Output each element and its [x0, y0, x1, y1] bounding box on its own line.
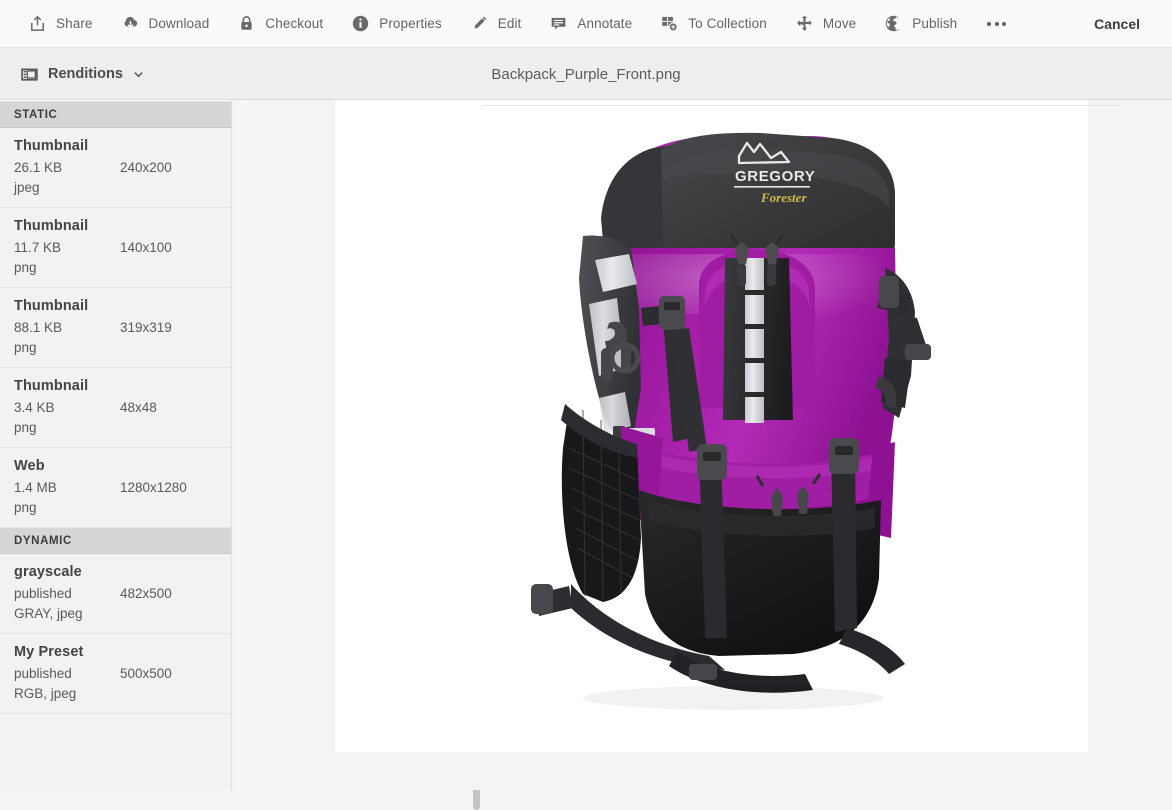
list-item[interactable]: Thumbnail 88.1 KB 319x319 png — [0, 288, 231, 368]
rendition-meta: 1.4 MB 1280x1280 — [14, 480, 218, 495]
rendition-name: Thumbnail — [14, 218, 89, 234]
rendition-name: grayscale — [14, 564, 82, 580]
checkout-label: Checkout — [265, 16, 324, 31]
rendition-name: Thumbnail — [14, 298, 89, 314]
comment-icon — [549, 14, 568, 33]
rendition-size: published — [14, 666, 72, 681]
renditions-list: pngSTATICThumbnail26.1 KB240x200jpegThum… — [0, 100, 231, 714]
renditions-sidebar[interactable]: pngSTATICThumbnail26.1 KB240x200jpegThum… — [0, 100, 232, 790]
download-icon — [121, 14, 140, 33]
annotate-button[interactable]: Annotate — [535, 0, 646, 48]
rendition-format: png — [14, 340, 37, 355]
info-icon — [351, 14, 370, 33]
properties-button[interactable]: Properties — [337, 0, 456, 48]
move-icon — [795, 14, 814, 33]
top-toolbar: Share Download Checkout Properties Edit … — [0, 0, 1172, 48]
rendition-meta: published 500x500 — [14, 666, 218, 681]
cancel-button[interactable]: Cancel — [1082, 16, 1152, 32]
group-header-static: STATIC — [0, 102, 231, 128]
publish-label: Publish — [912, 16, 958, 31]
share-label: Share — [56, 16, 93, 31]
rendition-name: Web — [14, 458, 45, 474]
more-options-button[interactable] — [971, 0, 1022, 48]
renditions-dropdown[interactable]: Renditions — [12, 48, 153, 100]
rendition-format: png — [14, 260, 37, 275]
rendition-size: 3.4 KB — [14, 400, 55, 415]
rendition-dimensions: 140x100 — [120, 240, 172, 255]
list-item[interactable]: Web 1.4 MB 1280x1280 png — [0, 448, 231, 528]
checkout-button[interactable]: Checkout — [223, 0, 337, 48]
share-button[interactable]: Share — [14, 0, 107, 48]
rendition-size: 88.1 KB — [14, 320, 63, 335]
move-label: Move — [822, 16, 857, 31]
rendition-format: GRAY, jpeg — [14, 606, 83, 621]
rendition-format: jpeg — [14, 180, 40, 195]
asset-image[interactable]: GREGORY Forester — [335, 100, 1088, 752]
share-icon — [28, 14, 47, 33]
rendition-size: 1.4 MB — [14, 480, 57, 495]
rendition-size: 11.7 KB — [14, 240, 62, 255]
pencil-icon — [470, 14, 489, 33]
rendition-format: RGB, jpeg — [14, 686, 77, 701]
rendition-meta: 88.1 KB 319x319 — [14, 320, 218, 335]
rendition-dimensions: 48x48 — [120, 400, 157, 415]
rendition-dimensions: 482x500 — [120, 586, 172, 601]
rendition-meta: 26.1 KB 240x200 — [14, 160, 218, 175]
download-label: Download — [148, 16, 210, 31]
list-item[interactable]: Thumbnail 26.1 KB 240x200 jpeg — [0, 128, 231, 208]
toolbar-right-group: Cancel — [1082, 16, 1172, 32]
rendition-size: 26.1 KB — [14, 160, 63, 175]
page-title: Backpack_Purple_Front.png — [491, 65, 681, 83]
globe-icon — [884, 14, 903, 33]
rendition-size: published — [14, 586, 72, 601]
rendition-meta: 11.7 KB 140x100 — [14, 240, 218, 255]
edit-label: Edit — [497, 16, 522, 31]
renditions-panel-icon — [20, 65, 39, 84]
ellipsis-icon — [987, 21, 1007, 26]
rendition-dimensions: 319x319 — [120, 320, 172, 335]
list-item[interactable]: Thumbnail 11.7 KB 140x100 png — [0, 208, 231, 288]
move-button[interactable]: Move — [781, 0, 870, 48]
rendition-dimensions: 240x200 — [120, 160, 172, 175]
rendition-format: png — [14, 500, 37, 515]
list-item[interactable]: grayscale published 482x500 GRAY, jpeg — [0, 554, 231, 634]
to-collection-button[interactable]: To Collection — [646, 0, 781, 48]
lock-icon — [237, 14, 256, 33]
group-header-dynamic: DYNAMIC — [0, 528, 231, 554]
asset-panel: GREGORY Forester — [335, 100, 1120, 752]
download-button[interactable]: Download — [107, 0, 224, 48]
rendition-bar: Backpack_Purple_Front.png Renditions — [0, 48, 1172, 100]
list-item[interactable]: Thumbnail 3.4 KB 48x48 png — [0, 368, 231, 448]
list-item[interactable]: My Preset published 500x500 RGB, jpeg — [0, 634, 231, 714]
asset-preview-area: GREGORY Forester — [247, 100, 1172, 790]
to-collection-label: To Collection — [688, 16, 767, 31]
renditions-label: Renditions — [48, 66, 123, 82]
rendition-meta: 3.4 KB 48x48 — [14, 400, 218, 415]
rendition-name: Thumbnail — [14, 378, 89, 394]
collection-add-icon — [660, 14, 679, 33]
edit-button[interactable]: Edit — [456, 0, 536, 48]
toolbar-actions-group: Share Download Checkout Properties Edit … — [0, 0, 1022, 48]
publish-button[interactable]: Publish — [870, 0, 971, 48]
svg-text:GREGORY: GREGORY — [735, 168, 815, 185]
rendition-name: Thumbnail — [14, 138, 89, 154]
backpack-illustration: GREGORY Forester — [531, 132, 931, 710]
chevron-down-icon — [132, 68, 145, 81]
svg-text:Forester: Forester — [760, 190, 807, 205]
rendition-meta: published 482x500 — [14, 586, 218, 601]
rendition-format: png — [14, 420, 37, 435]
list-item[interactable]: png — [0, 100, 231, 102]
properties-label: Properties — [379, 16, 442, 31]
sidebar-scrollbar-track[interactable] — [236, 100, 480, 810]
rendition-name: My Preset — [14, 644, 84, 660]
annotate-label: Annotate — [577, 16, 633, 31]
rendition-dimensions: 1280x1280 — [120, 480, 187, 495]
rendition-dimensions: 500x500 — [120, 666, 172, 681]
